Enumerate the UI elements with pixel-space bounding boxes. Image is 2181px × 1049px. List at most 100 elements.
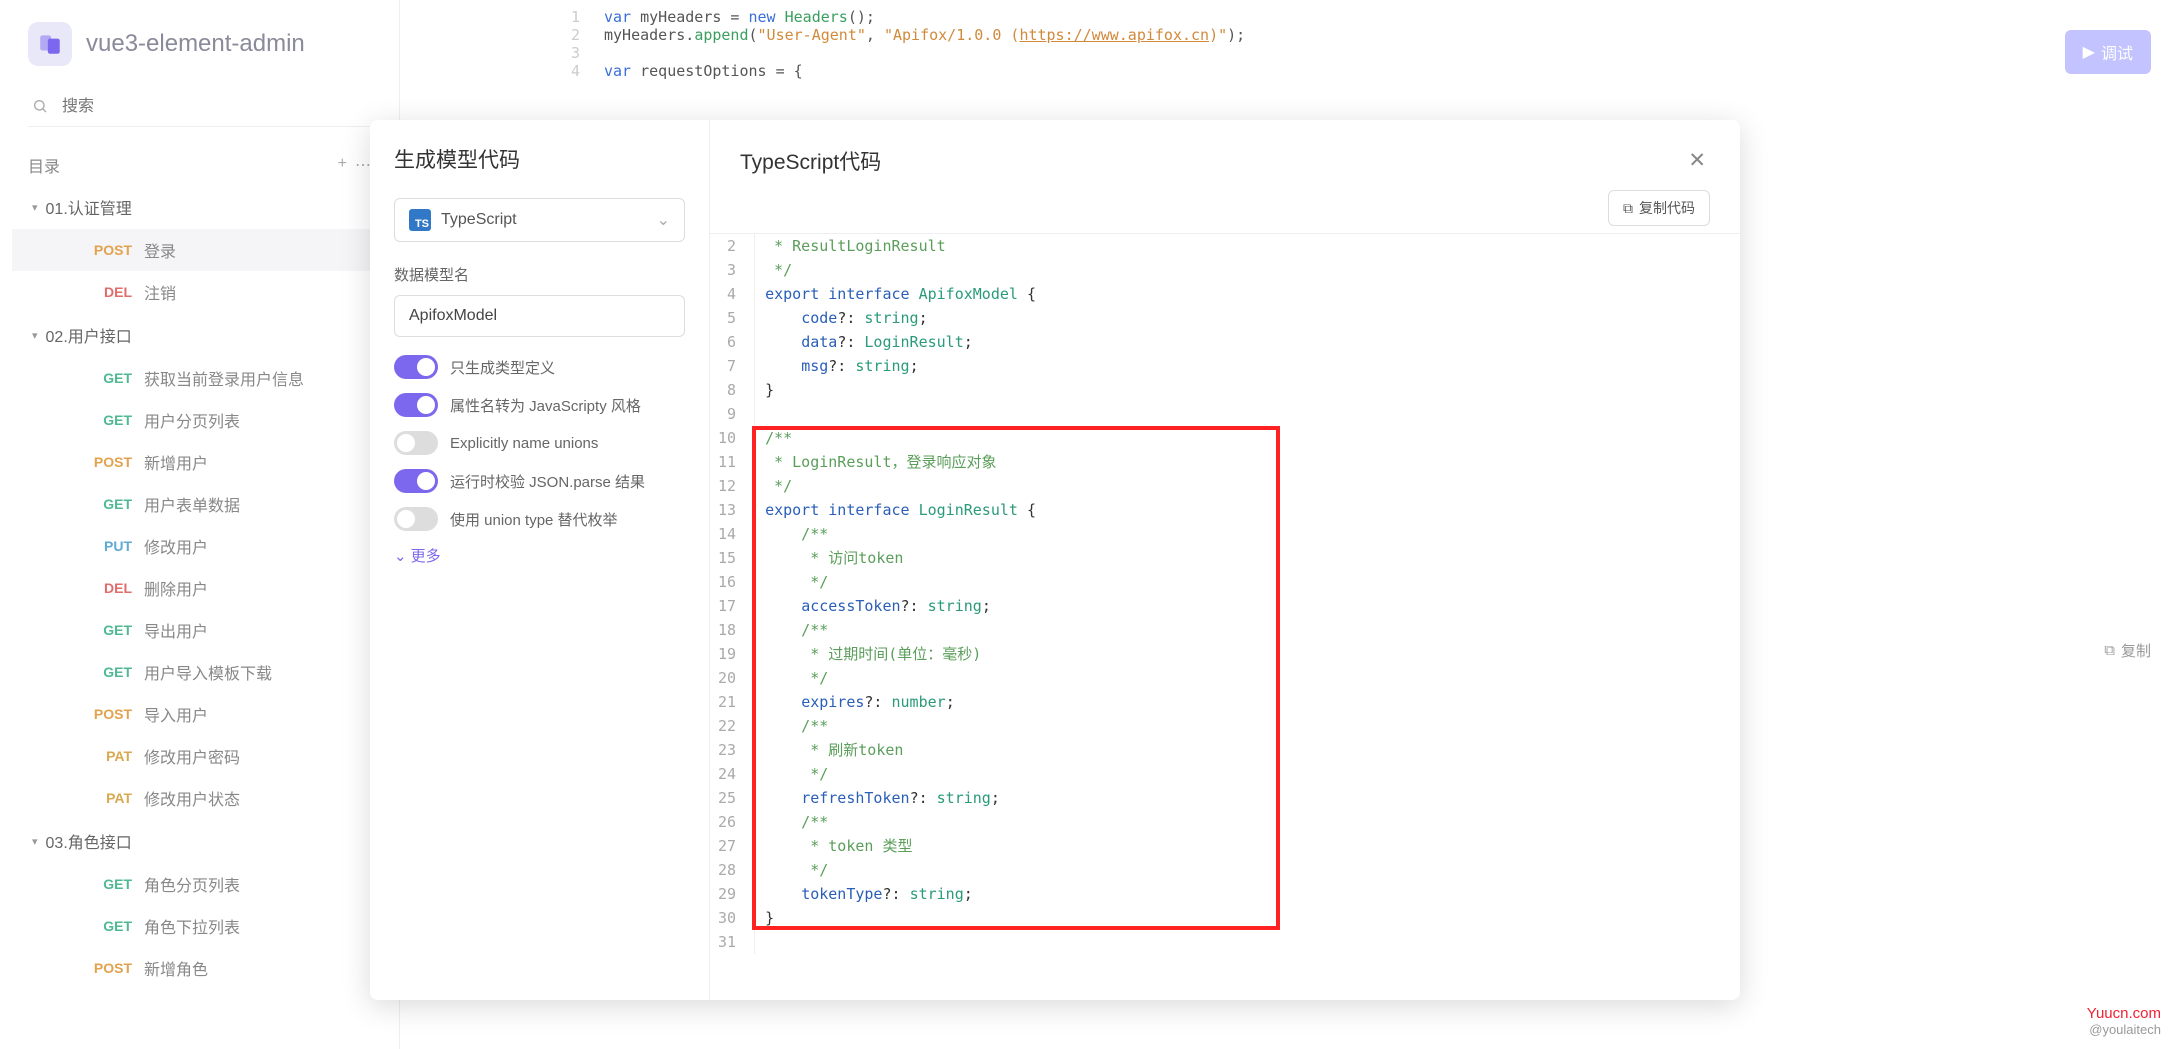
tree-item-label: 角色下拉列表 bbox=[144, 914, 240, 938]
switch-row: 使用 union type 替代枚举 bbox=[394, 507, 685, 531]
bg-code: 1var myHeaders = new Headers(); 2myHeade… bbox=[550, 8, 2041, 80]
more-icon[interactable]: ⋯ bbox=[355, 155, 371, 175]
modal-right-header: TypeScript代码 ✕ bbox=[710, 120, 1740, 193]
tree-item-label: 登录 bbox=[144, 238, 176, 262]
tree-item-label: 新增用户 bbox=[144, 450, 208, 474]
sidebar: vue3-element-admin 目录 + ⋯ ▾ 01.认证管理 POST 登录… bbox=[0, 0, 400, 1049]
code-viewer[interactable]: 2345678910111213141516171819202122232425… bbox=[710, 233, 1740, 1000]
caret-down-icon: ▾ bbox=[32, 329, 38, 342]
toggle-switch[interactable] bbox=[394, 507, 438, 531]
copy-side-label: 复制 bbox=[2121, 640, 2151, 661]
http-method-badge: POST bbox=[84, 960, 132, 976]
tree-item-label: 删除用户 bbox=[144, 576, 208, 600]
switch-row: Explicitly name unions bbox=[394, 431, 685, 455]
debug-button[interactable]: ▶ 调试 bbox=[2065, 30, 2151, 74]
http-method-badge: DEL bbox=[84, 580, 132, 596]
modal-right-title: TypeScript代码 bbox=[740, 146, 881, 176]
switch-label: Explicitly name unions bbox=[450, 435, 598, 452]
http-method-badge: GET bbox=[84, 496, 132, 512]
tree-item[interactable]: PUT 修改用户 bbox=[12, 525, 399, 567]
tree-item-label: 修改用户状态 bbox=[144, 786, 240, 810]
toggle-switch[interactable] bbox=[394, 431, 438, 455]
tree-item-label: 用户分页列表 bbox=[144, 408, 240, 432]
tree-item-label: 注销 bbox=[144, 280, 176, 304]
tree-item[interactable]: PAT修改用户密码 bbox=[12, 735, 399, 777]
caret-down-icon: ▾ bbox=[32, 201, 38, 214]
code-lines: * ResultLoginResult */export interface A… bbox=[755, 234, 1740, 954]
dir-label: 目录 bbox=[28, 153, 60, 177]
debug-label: 调试 bbox=[2101, 40, 2133, 64]
tree-section-title[interactable]: ▾03.角色接口 bbox=[12, 819, 399, 863]
http-method-badge: PAT bbox=[84, 790, 132, 806]
add-icon[interactable]: + bbox=[338, 155, 347, 175]
code-gutter: 2345678910111213141516171819202122232425… bbox=[710, 234, 755, 954]
tree-item[interactable]: POST导入用户 bbox=[12, 693, 399, 735]
tree-item-label: 获取当前登录用户信息 bbox=[144, 366, 304, 390]
dir-header: 目录 + ⋯ bbox=[0, 141, 399, 185]
tree-item[interactable]: POST 登录 bbox=[12, 229, 399, 271]
http-method-badge: PUT bbox=[84, 538, 132, 554]
toggle-switch[interactable] bbox=[394, 393, 438, 417]
switch-label: 运行时校验 JSON.parse 结果 bbox=[450, 471, 645, 492]
chevron-down-icon: ⌄ bbox=[394, 547, 407, 565]
tree-item-label: 新增角色 bbox=[144, 956, 208, 980]
tree-item[interactable]: POST新增用户 bbox=[12, 441, 399, 483]
copy-code-label: 复制代码 bbox=[1639, 198, 1695, 218]
tree-item[interactable]: GET 用户导入模板下载 bbox=[12, 651, 399, 693]
tree-item-label: 导出用户 bbox=[144, 618, 208, 642]
tree-item[interactable]: GET角色分页列表 bbox=[12, 863, 399, 905]
http-method-badge: POST bbox=[84, 242, 132, 258]
language-select[interactable]: TS TypeScript ⌄ bbox=[394, 198, 685, 242]
tree-item[interactable]: DEL 删除用户 bbox=[12, 567, 399, 609]
http-method-badge: GET bbox=[84, 412, 132, 428]
search-input[interactable] bbox=[28, 88, 371, 127]
switch-label: 使用 union type 替代枚举 bbox=[450, 509, 618, 530]
dir-actions: + ⋯ bbox=[338, 155, 371, 175]
http-method-badge: GET bbox=[84, 370, 132, 386]
tree-item-label: 修改用户 bbox=[144, 534, 208, 558]
section-label: 02.用户接口 bbox=[46, 323, 132, 347]
switch-row: 只生成类型定义 bbox=[394, 355, 685, 379]
tree-item[interactable]: GET 导出用户 bbox=[12, 609, 399, 651]
tree-section-title[interactable]: ▾ 01.认证管理 bbox=[12, 185, 399, 229]
close-icon[interactable]: ✕ bbox=[1684, 144, 1710, 177]
tree-item-label: 导入用户 bbox=[144, 702, 208, 726]
tree-item[interactable]: GET 获取当前登录用户信息 bbox=[12, 357, 399, 399]
tree-item[interactable]: GET用户表单数据 bbox=[12, 483, 399, 525]
section-label: 01.认证管理 bbox=[46, 195, 132, 219]
copy-icon: ⧉ bbox=[2104, 642, 2115, 659]
more-options-link[interactable]: ⌄ 更多 bbox=[394, 545, 685, 566]
http-method-badge: GET bbox=[84, 664, 132, 680]
watermark-site: Yuucn.com bbox=[2087, 1005, 2161, 1022]
toggle-switch[interactable] bbox=[394, 469, 438, 493]
nav-tree: ▾ 01.认证管理 POST 登录 DEL 注销 ▾ 02.用户接口 GET 获取当前登录用户信息… bbox=[0, 185, 399, 989]
http-method-badge: GET bbox=[84, 622, 132, 638]
modal-left-title: 生成模型代码 bbox=[394, 144, 685, 174]
model-name-label: 数据模型名 bbox=[394, 264, 685, 285]
search-icon bbox=[32, 98, 48, 117]
copy-side-button[interactable]: ⧉ 复制 bbox=[2104, 640, 2151, 661]
watermark: Yuucn.com @youlaitech bbox=[2087, 1005, 2161, 1037]
model-name-input[interactable] bbox=[394, 295, 685, 337]
options-switches: 只生成类型定义属性名转为 JavaScripty 风格 Explicitly na… bbox=[394, 355, 685, 531]
tree-item[interactable]: PAT 修改用户状态 bbox=[12, 777, 399, 819]
app-title: vue3-element-admin bbox=[86, 30, 305, 58]
tree-item[interactable]: GET角色下拉列表 bbox=[12, 905, 399, 947]
sidebar-header: vue3-element-admin bbox=[0, 0, 399, 88]
tree-item[interactable]: GET 用户分页列表 bbox=[12, 399, 399, 441]
tree-section-title[interactable]: ▾ 02.用户接口 bbox=[12, 313, 399, 357]
tree-item[interactable]: DEL 注销 bbox=[12, 271, 399, 313]
copy-icon: ⧉ bbox=[1623, 200, 1633, 217]
chevron-down-icon: ⌄ bbox=[657, 210, 670, 230]
http-method-badge: DEL bbox=[84, 284, 132, 300]
tree-item-label: 用户导入模板下载 bbox=[144, 660, 272, 684]
copy-code-button[interactable]: ⧉ 复制代码 bbox=[1608, 190, 1710, 226]
code-gen-modal: 生成模型代码 TS TypeScript ⌄ 数据模型名 只生成类型定义属性名转… bbox=[370, 120, 1740, 1000]
switch-row: 属性名转为 JavaScripty 风格 bbox=[394, 393, 685, 417]
tree-item[interactable]: POST 新增角色 bbox=[12, 947, 399, 989]
switch-label: 只生成类型定义 bbox=[450, 357, 555, 378]
modal-right-panel: TypeScript代码 ✕ ⧉ 复制代码 234567891011121314… bbox=[710, 120, 1740, 1000]
language-label: TypeScript bbox=[441, 211, 647, 229]
typescript-icon: TS bbox=[409, 209, 431, 231]
toggle-switch[interactable] bbox=[394, 355, 438, 379]
